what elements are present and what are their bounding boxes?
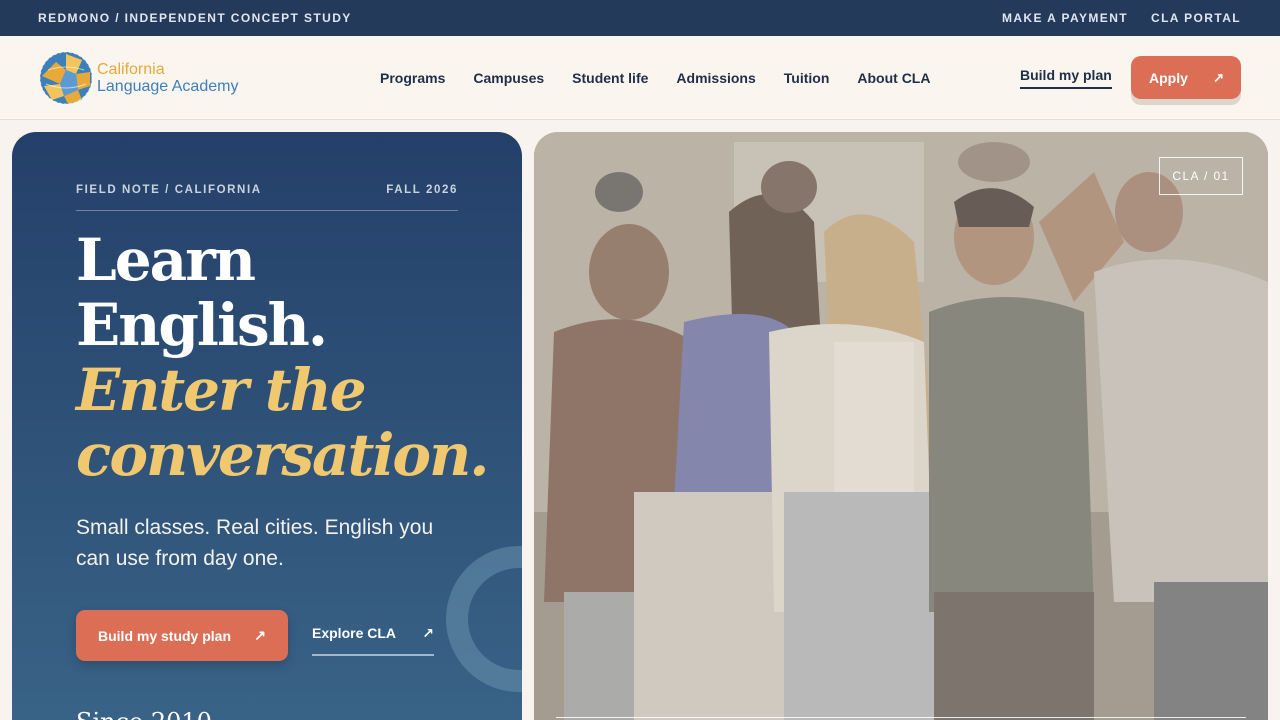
nav-item-student-life[interactable]: Student life — [572, 70, 648, 86]
top-utility-bar: REDMONO / INDEPENDENT CONCEPT STUDY MAKE… — [0, 0, 1280, 36]
hero-eyebrow: FIELD NOTE / CALIFORNIA FALL 2026 — [76, 184, 458, 211]
headline-line-3: Enter the — [76, 356, 367, 424]
headline-line-2: English. — [76, 291, 328, 359]
brand-name: California Language Academy — [97, 61, 238, 95]
explore-cla-label: Explore CLA — [312, 625, 397, 641]
nav-item-programs[interactable]: Programs — [380, 70, 445, 86]
brand-logo[interactable]: California Language Academy — [38, 50, 238, 106]
apply-button[interactable]: Apply ↗ — [1131, 56, 1241, 99]
build-study-plan-label: Build my study plan — [98, 627, 232, 644]
study-label: REDMONO / INDEPENDENT CONCEPT STUDY — [38, 11, 352, 25]
photo-overlay — [534, 132, 1268, 720]
build-plan-link[interactable]: Build my plan — [1020, 67, 1112, 89]
photo-divider — [556, 717, 1246, 718]
cla-portal-link[interactable]: CLA PORTAL — [1151, 11, 1241, 25]
arrow-up-right-icon: ↗ — [254, 627, 266, 643]
hero-subtitle: Small classes. Real cities. English you … — [76, 516, 434, 570]
brand-name-line1: California — [97, 61, 165, 78]
headline-line-1: Learn — [76, 226, 256, 294]
eyebrow-term: FALL 2026 — [386, 184, 458, 196]
nav-item-tuition[interactable]: Tuition — [784, 70, 830, 86]
arrow-up-right-icon: ↗ — [422, 625, 434, 641]
headline-line-4: conversation. — [76, 421, 489, 489]
puzzle-globe-icon — [39, 51, 93, 105]
nav-item-admissions[interactable]: Admissions — [676, 70, 755, 86]
hero-text-card: FIELD NOTE / CALIFORNIA FALL 2026 Learn … — [12, 132, 522, 720]
decorative-ring — [446, 546, 522, 692]
build-study-plan-button[interactable]: Build my study plan ↗ — [76, 610, 288, 661]
utility-links: MAKE A PAYMENT CLA PORTAL — [1002, 11, 1241, 25]
site-header: California Language Academy Programs Cam… — [0, 36, 1280, 120]
hero-photo-card: CLA / 01 — [534, 132, 1268, 720]
nav-item-campuses[interactable]: Campuses — [473, 70, 544, 86]
photo-tag: CLA / 01 — [1159, 157, 1243, 195]
arrow-up-right-icon: ↗ — [1213, 69, 1224, 85]
since-label: Since 2010 — [76, 708, 212, 720]
main-nav: Programs Campuses Student life Admission… — [380, 36, 958, 120]
nav-item-about-cla[interactable]: About CLA — [857, 70, 930, 86]
hero-headline: Learn English. Enter the conversation. — [76, 226, 489, 489]
make-payment-link[interactable]: MAKE A PAYMENT — [1002, 11, 1128, 25]
eyebrow-location: FIELD NOTE / CALIFORNIA — [76, 184, 262, 196]
brand-name-line2: Language Academy — [97, 78, 239, 95]
explore-cla-link[interactable]: Explore CLA ↗ — [312, 625, 434, 656]
apply-button-label: Apply — [1149, 69, 1188, 86]
